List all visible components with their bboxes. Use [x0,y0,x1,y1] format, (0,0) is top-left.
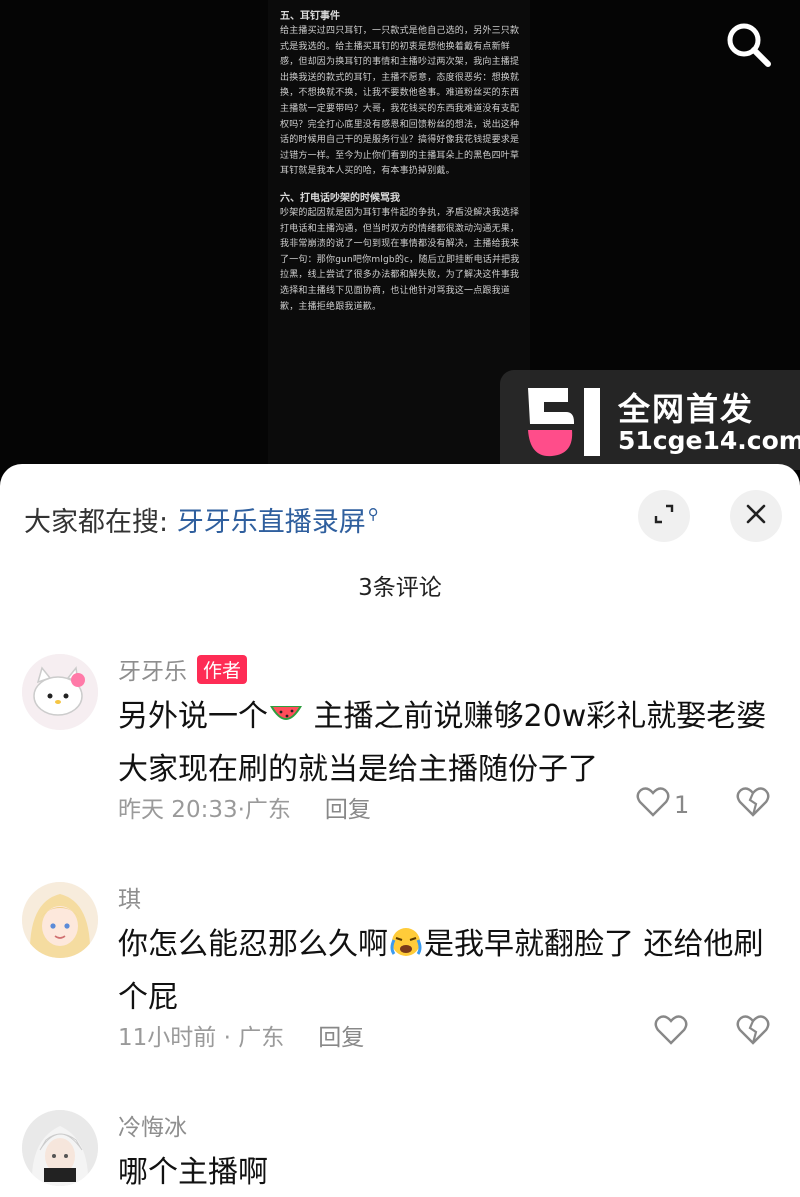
close-icon [744,502,768,530]
reply-button[interactable]: 回复 [318,1025,364,1051]
like-button[interactable]: 1 [636,786,689,824]
search-icon[interactable] [722,18,774,70]
trending-keyword[interactable]: 牙牙乐直播录屏 [177,507,366,538]
comment-username[interactable]: 冷悔冰 [118,1108,187,1142]
comment-sheet: 大家都在搜: 牙牙乐直播录屏 ⚲ 3条评论 牙牙乐 作者 另外说一个 主播之前说… [0,464,800,1197]
comment-username[interactable]: 琪 [118,880,141,914]
document-screenshot: 五、耳钉事件 给主播买过四只耳钉，一只款式是他自己选的，另外三只款式是我选的。给… [268,0,530,470]
trending-label: 大家都在搜: [24,507,169,538]
comment-text: 你怎么能忍那么久啊 是我早就翻脸了 还给他刷个屁 [118,918,768,1024]
like-count: 1 [674,791,690,819]
broken-heart-icon [736,787,770,822]
comment-text-part: 你怎么能忍那么久啊 [118,927,388,962]
doc-paragraph-5: 给主播买过四只耳钉，一只款式是他自己选的，另外三只款式是我选的。给主播买耳钉的初… [280,26,520,177]
comment-text: 哪个主播啊 [118,1155,268,1190]
doc-heading-6: 六、打电话吵架的时候骂我 [280,192,400,204]
dislike-button[interactable] [736,786,770,822]
avatar[interactable] [22,654,98,730]
author-badge: 作者 [197,655,248,684]
51-logo [522,384,612,460]
doc-heading-5: 五、耳钉事件 [280,11,340,22]
like-button[interactable] [654,1014,688,1052]
doc-paragraph-6: 吵架的起因就是因为耳钉事件起的争执，矛盾没解决我选择打电话和主播沟通，但当时双方… [280,207,520,312]
avatar[interactable] [22,882,98,958]
expand-icon [652,502,676,530]
avatar[interactable] [22,1110,98,1186]
heart-icon [654,1014,688,1052]
watermark-url: 51cge14.com [618,426,800,455]
video-player[interactable]: 五、耳钉事件 给主播买过四只耳钉，一只款式是他自己选的，另外三只款式是我选的。给… [0,0,800,470]
crying-face-emoji [388,922,424,956]
comment-text: 另外说一个 主播之前说赚够20w彩礼就娶老婆 大家现在刷的就当是给主播随份子了 [118,690,768,796]
comment-time: 昨天 20:33·广东 [118,797,291,823]
comment-count: 3条评论 [358,575,442,601]
watermelon-emoji [268,694,304,724]
watermark-title: 全网首发 [618,390,755,428]
comment-text-part: 另外说一个 [118,699,268,734]
reply-button[interactable]: 回复 [325,797,371,823]
watermark: 全网首发 51cge14.com [500,370,800,470]
heart-icon [636,786,670,824]
trending-search-bar[interactable]: 大家都在搜: 牙牙乐直播录屏 ⚲ [24,500,379,539]
comment-username[interactable]: 牙牙乐 作者 [118,652,248,686]
close-button[interactable] [730,490,782,542]
search-small-icon: ⚲ [367,505,379,523]
username-text: 牙牙乐 [118,659,187,685]
expand-button[interactable] [638,490,690,542]
dislike-button[interactable] [736,1014,770,1050]
comment-meta: 11小时前 · 广东 回复 [118,1018,364,1052]
comment-meta: 昨天 20:33·广东 回复 [118,790,371,824]
comment-time: 11小时前 · 广东 [118,1025,285,1051]
broken-heart-icon [736,1015,770,1050]
